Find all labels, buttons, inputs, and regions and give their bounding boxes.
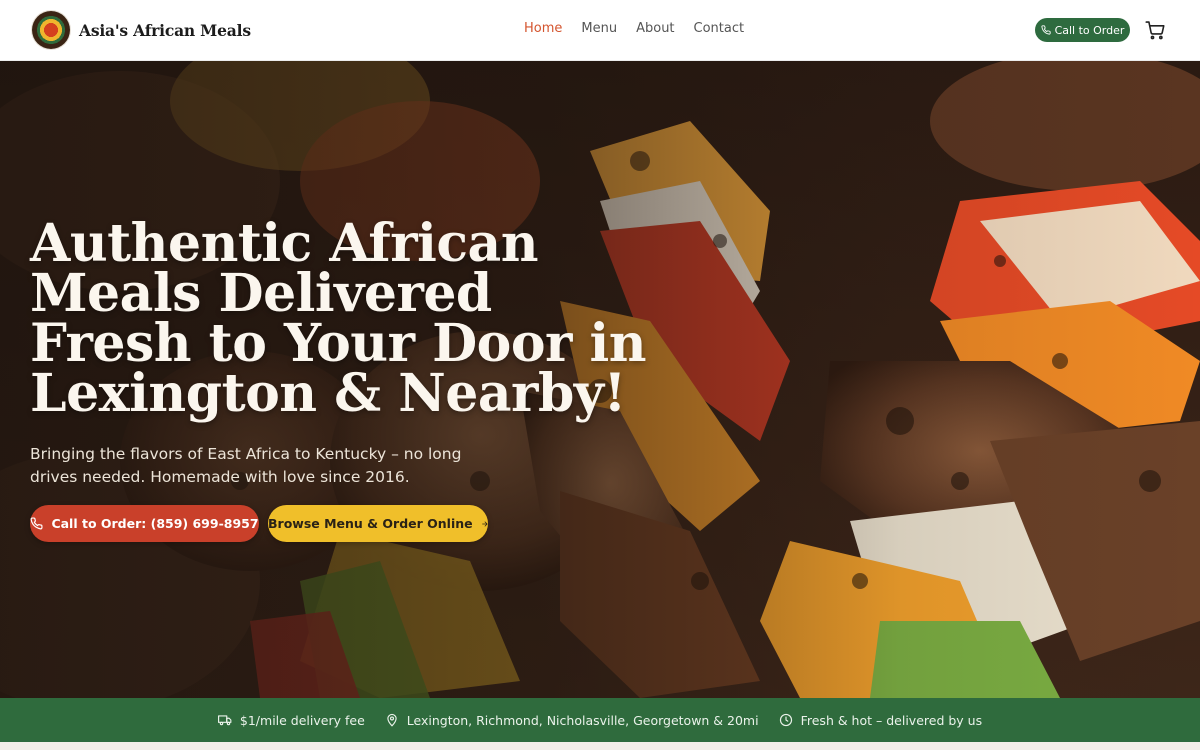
- info-strip: $1/mile delivery fee Lexington, Richmond…: [0, 698, 1200, 742]
- logo-emblem-icon[interactable]: [32, 11, 70, 49]
- arrow-right-icon: [481, 520, 488, 527]
- hero-actions: Call to Order: (859) 699-8957 Browse Men…: [30, 505, 488, 542]
- nav-home[interactable]: Home: [524, 21, 562, 36]
- info-fresh-hot-text: Fresh & hot – delivered by us: [800, 712, 983, 728]
- hero-section: Authentic African Meals Delivered Fresh …: [0, 61, 1200, 698]
- brand-name[interactable]: Asia's African Meals: [79, 21, 251, 40]
- call-to-order-label: Call to Order: (859) 699-8957: [51, 516, 259, 531]
- info-service-area: Lexington, Richmond, Nicholasville, Geor…: [385, 713, 759, 728]
- info-service-area-text: Lexington, Richmond, Nicholasville, Geor…: [406, 712, 759, 728]
- hero-content: Authentic African Meals Delivered Fresh …: [30, 213, 650, 489]
- main-nav: Home Menu About Contact: [524, 21, 763, 36]
- hero-title: Authentic African Meals Delivered Fresh …: [30, 213, 647, 424]
- site-header: Asia's African Meals Home Menu About Con…: [0, 0, 1200, 61]
- map-pin-icon: [387, 713, 397, 727]
- nav-about[interactable]: About: [636, 21, 674, 36]
- info-delivery-fee-text: $1/mile delivery fee: [239, 712, 365, 728]
- info-fresh-hot: Fresh & hot – delivered by us: [779, 712, 983, 728]
- next-section-edge: [0, 742, 1200, 750]
- cart-icon: [1145, 21, 1165, 40]
- phone-icon: [1040, 25, 1051, 35]
- nav-menu[interactable]: Menu: [581, 21, 617, 36]
- hero-subtitle: Bringing the flavors of East Africa to K…: [30, 445, 462, 486]
- cart-button[interactable]: [1145, 20, 1165, 40]
- info-delivery-fee: $1/mile delivery fee: [217, 712, 365, 728]
- nav-contact[interactable]: Contact: [694, 21, 745, 36]
- browse-menu-label: Browse Menu & Order Online: [268, 516, 473, 531]
- header-call-button[interactable]: Call to Order: [1035, 18, 1130, 42]
- header-call-label: Call to Order: [1054, 23, 1125, 37]
- browse-menu-button[interactable]: Browse Menu & Order Online: [268, 505, 488, 542]
- clock-icon: [779, 713, 792, 727]
- call-to-order-button[interactable]: Call to Order: (859) 699-8957: [30, 505, 259, 542]
- brand[interactable]: Asia's African Meals: [32, 11, 251, 49]
- truck-icon: [217, 715, 232, 726]
- phone-icon: [30, 517, 43, 530]
